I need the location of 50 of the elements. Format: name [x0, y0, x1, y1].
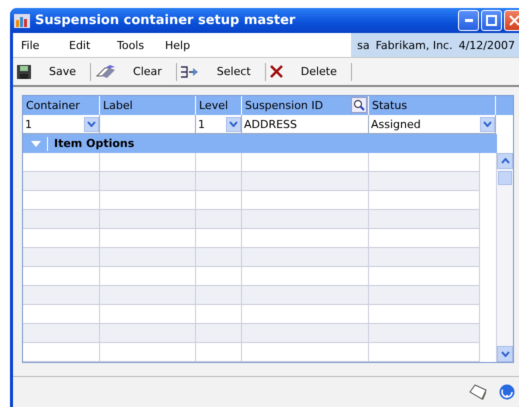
save-icon — [17, 64, 31, 78]
clear-button[interactable]: Clear — [95, 64, 162, 78]
user-date: 4/12/2007 — [458, 38, 515, 52]
user-name: sa — [357, 38, 370, 52]
maximize-icon — [486, 15, 497, 26]
scrollbar[interactable] — [496, 153, 513, 362]
dropdown-field[interactable]: 1 — [23, 115, 100, 134]
column-header: Level — [199, 99, 228, 112]
text-field[interactable] — [100, 115, 196, 134]
help-icon[interactable] — [499, 384, 515, 400]
delete-button[interactable]: Delete — [270, 65, 337, 78]
search-icon — [353, 99, 365, 111]
dropdown-field[interactable]: 1 — [196, 115, 242, 134]
chevron-down-icon — [483, 121, 492, 127]
column-header: Suspension ID — [245, 99, 324, 112]
section-title: Item Options — [54, 137, 134, 150]
chevron-down-icon — [87, 121, 96, 127]
note-icon[interactable] — [469, 384, 487, 400]
chevron-down-icon — [229, 121, 238, 127]
dropdown-button[interactable] — [226, 116, 241, 132]
company-name: Fabrikam, Inc. — [376, 38, 453, 52]
menu-item[interactable]: Help — [165, 38, 205, 52]
minimize-icon — [464, 19, 472, 22]
dropdown-field[interactable]: Assigned — [369, 115, 496, 134]
dropdown-button[interactable] — [84, 116, 99, 132]
chevron-up-icon — [500, 158, 510, 164]
column-header: Container — [26, 99, 80, 112]
delete-icon — [270, 65, 283, 78]
chevron-down-icon — [500, 351, 510, 357]
scroll-thumb[interactable] — [498, 171, 512, 185]
save-button[interactable]: Save — [17, 64, 76, 78]
window-title: Suspension container setup master — [35, 13, 296, 28]
dropdown-button[interactable] — [480, 116, 495, 132]
close-button[interactable] — [504, 10, 519, 31]
lookup-button[interactable] — [351, 97, 367, 113]
text-field[interactable]: ADDRESS — [242, 115, 369, 134]
menu-item[interactable]: Tools — [117, 38, 157, 52]
column-header: Label — [103, 99, 133, 112]
eraser-icon — [95, 64, 116, 78]
column-header: Status — [372, 99, 408, 112]
menu-item[interactable]: File — [21, 38, 61, 52]
select-button[interactable]: Select — [180, 65, 251, 78]
triangle-icon — [31, 140, 41, 146]
app-icon — [14, 14, 30, 28]
select-icon — [180, 66, 199, 78]
collapse-toggle[interactable] — [29, 136, 48, 150]
maximize-button[interactable] — [481, 10, 502, 31]
close-icon — [509, 15, 519, 26]
minimize-button[interactable] — [458, 10, 479, 31]
menu-item[interactable]: Edit — [69, 38, 109, 52]
